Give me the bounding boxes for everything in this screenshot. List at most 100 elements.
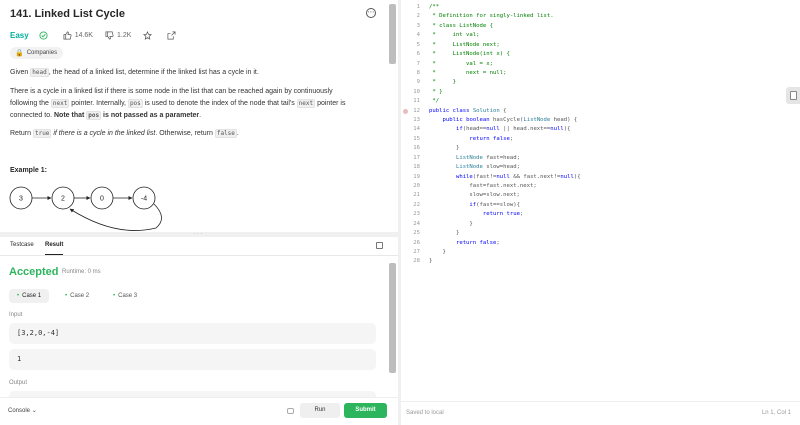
console-toggle[interactable]: Console ⌄	[8, 407, 37, 414]
runtime-text: Runtime: 0 ms	[62, 269, 101, 275]
line-number: 6	[416, 51, 420, 58]
code-line[interactable]: 12 public class Solution {	[401, 107, 791, 116]
code-line[interactable]: 22 if(fast==slow){	[401, 201, 791, 210]
submit-button[interactable]: Submit	[344, 403, 387, 418]
code-line[interactable]: 4 * int val;	[401, 31, 791, 40]
code-editor[interactable]: 1 /** 2 * Definition for singly-linked lis…	[401, 0, 800, 398]
code-line[interactable]: 25 }	[401, 229, 791, 238]
pass-dot-icon: •	[65, 293, 68, 299]
bottom-bar: Console ⌄ Run Submit	[0, 397, 398, 425]
code-line[interactable]: 10 * }	[401, 88, 791, 97]
problem-title: 141. Linked List Cycle	[10, 8, 125, 20]
case-tab-3[interactable]: • Case 3	[105, 289, 145, 303]
line-number: 22	[413, 201, 420, 208]
results-scrollbar[interactable]	[389, 263, 396, 373]
code-line[interactable]: 18 ListNode slow=head;	[401, 163, 791, 172]
test-tabs: Testcase Result	[0, 237, 398, 256]
node-label: 2	[61, 196, 65, 203]
description-panel: 141. Linked List Cycle ⋯ Easy 14.6K 1.2K	[0, 0, 398, 232]
code-text: }	[429, 145, 460, 152]
breakpoint-dot-icon[interactable]	[403, 108, 408, 114]
like-count: 14.6K	[74, 31, 93, 39]
inline-code: head	[30, 68, 49, 77]
code-line[interactable]: 17 ListNode fast=head;	[401, 154, 791, 163]
case-label: Case 3	[118, 293, 138, 299]
code-line[interactable]: 28}	[401, 257, 791, 266]
line-number: 17	[413, 154, 420, 161]
code-line[interactable]: 20 fast=fast.next.next;	[401, 182, 791, 191]
inline-code: next	[50, 99, 70, 108]
line-number: 7	[416, 60, 420, 67]
description-scrollbar[interactable]	[389, 4, 396, 64]
line-number: 23	[413, 211, 420, 218]
code-text: return false;	[455, 239, 500, 246]
dislike-button[interactable]: 1.2K	[105, 31, 131, 40]
line-number: 26	[413, 239, 420, 246]
left-panel: 141. Linked List Cycle ⋯ Easy 14.6K 1.2K	[0, 0, 398, 425]
code-line[interactable]: 21 slow=slow.next;	[401, 191, 791, 200]
case-tab-1[interactable]: • Case 1	[9, 289, 50, 303]
code-line[interactable]: 16 }	[401, 144, 791, 153]
code-line[interactable]: 13 public boolean hasCycle(ListNode head…	[401, 116, 791, 125]
run-button[interactable]: Run	[300, 403, 340, 418]
code-line[interactable]: 26 return false;	[401, 239, 791, 248]
code-line[interactable]: 14 if(head==null || head.next==null){	[401, 125, 791, 134]
code-text: * ListNode(int x) {	[429, 51, 510, 58]
inline-code: next	[296, 99, 316, 108]
expand-panel-icon[interactable]	[376, 242, 383, 249]
line-number: 25	[413, 230, 420, 237]
text: pointer. Internally,	[69, 100, 128, 107]
notes-side-button[interactable]	[786, 87, 800, 104]
code-line[interactable]: 27 }	[401, 248, 791, 257]
code-line[interactable]: 24 }	[401, 220, 791, 229]
code-line[interactable]: 8 * next = null;	[401, 69, 791, 78]
text: . Otherwise, return	[155, 130, 215, 137]
code-text: }	[429, 248, 446, 255]
cursor-position: Ln 1, Col 1	[761, 410, 791, 416]
text: is not passed as a parameter	[101, 112, 200, 119]
like-button[interactable]: 14.6K	[63, 31, 93, 40]
code-line[interactable]: 5 * ListNode next;	[401, 41, 791, 50]
code-line[interactable]: 3 * class ListNode {	[401, 22, 791, 31]
tab-testcase[interactable]: Testcase	[10, 242, 34, 248]
line-number: 2	[416, 13, 420, 20]
pass-dot-icon: •	[113, 293, 116, 299]
text: if there is a cycle in the linked list	[51, 130, 156, 137]
line-number: 15	[413, 135, 420, 142]
text: , the head of a linked list, determine i…	[48, 69, 259, 76]
text: pointer is	[315, 100, 346, 107]
more-options-icon[interactable]: ⋯	[366, 8, 376, 18]
line-number: 24	[413, 220, 420, 227]
line-number: 16	[413, 145, 420, 152]
code-line[interactable]: 19 while(fast!=null && fast.next!=null){	[401, 173, 791, 182]
code-line[interactable]: 15 return false;	[401, 135, 791, 144]
code-text: fast=fast.next.next;	[429, 182, 537, 189]
line-number: 20	[413, 182, 420, 189]
text: Note that	[53, 112, 87, 119]
code-text: public class Solution {	[429, 107, 507, 114]
code-line[interactable]: 9 * }	[401, 78, 791, 87]
code-line[interactable]: 2 * Definition for singly-linked list.	[401, 12, 791, 21]
code-text: slow=slow.next;	[429, 192, 520, 199]
code-text: /**	[429, 4, 440, 10]
favorite-star-icon[interactable]	[143, 30, 155, 40]
code-line[interactable]: 23 return true;	[401, 210, 791, 219]
code-text: * ListNode next;	[429, 41, 500, 48]
tab-result[interactable]: Result	[45, 242, 64, 255]
code-text: public boolean hasCycle(ListNode head) {	[442, 117, 578, 124]
cloud-upload-icon[interactable]	[287, 408, 294, 414]
code-text: * next = null;	[429, 69, 507, 76]
code-line[interactable]: 6 * ListNode(int x) {	[401, 50, 791, 59]
code-text: if(fast==slow){	[469, 201, 520, 208]
thumbs-down-icon	[105, 31, 114, 39]
case-tab-2[interactable]: • Case 2	[57, 289, 97, 303]
share-icon[interactable]	[167, 31, 179, 40]
code-line[interactable]: 1 /**	[401, 3, 791, 12]
line-number: 28	[413, 258, 420, 265]
companies-tag[interactable]: 🔒 Companies	[10, 47, 64, 59]
code-text: }	[429, 230, 460, 237]
code-line[interactable]: 7 * val = x;	[401, 60, 791, 69]
code-line[interactable]: 11 */	[401, 97, 791, 106]
code-text: * Definition for singly-linked list.	[429, 13, 554, 20]
app-root: 141. Linked List Cycle ⋯ Easy 14.6K 1.2K	[0, 0, 800, 425]
